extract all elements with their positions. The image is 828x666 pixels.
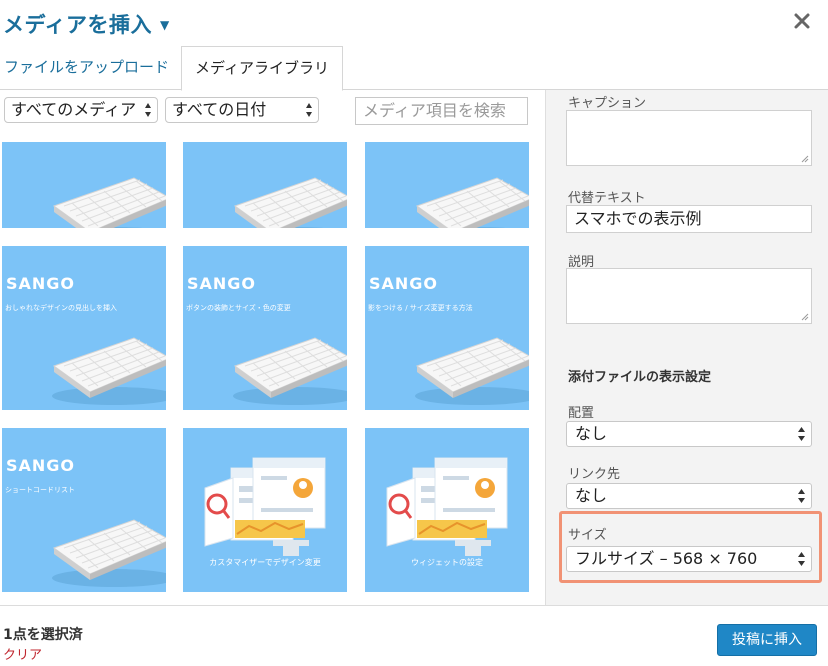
insert-into-post-button[interactable]: 投稿に挿入 xyxy=(717,624,817,656)
media-thumbnail[interactable]: SANGO ショートコードリスト xyxy=(2,428,166,592)
alignment-label: 配置 xyxy=(568,406,595,421)
modal-header: メディアを挿入 ▼ xyxy=(0,0,828,44)
alignment-select-value: なし xyxy=(575,424,608,443)
media-thumbnail[interactable]: カスタマイザーでデザイン変更 xyxy=(183,428,347,592)
thumbnail-caption: カスタマイザーでデザイン変更 xyxy=(209,558,321,567)
clear-selection-link[interactable]: クリア xyxy=(3,644,42,663)
close-icon[interactable] xyxy=(792,11,812,31)
size-select-value: フルサイズ – 568 × 760 xyxy=(575,549,758,568)
media-grid: SANGO おしゃれなデザインの見出しを挿入 SANGO ボタンの装飾とサイズ・… xyxy=(0,142,545,605)
thumbnail-subtitle: ボタンの装飾とサイズ・色の変更 xyxy=(186,304,291,312)
description-textarea[interactable] xyxy=(566,268,812,324)
link-to-select[interactable]: なし xyxy=(566,483,812,509)
media-thumbnail[interactable] xyxy=(365,142,529,228)
thumbnail-caption: ウィジェットの設定 xyxy=(411,558,483,567)
keyboard-image xyxy=(51,337,166,406)
modal-title-text[interactable]: メディアを挿入 xyxy=(3,13,152,37)
keyboard-image xyxy=(232,337,347,406)
link-to-label: リンク先 xyxy=(568,467,621,482)
media-type-filter[interactable]: すべてのメディア xyxy=(4,97,158,123)
date-filter-value: すべての日付 xyxy=(172,100,267,119)
alt-text-label: 代替テキスト xyxy=(568,191,646,206)
keyboard-image xyxy=(414,337,529,406)
keyboard-image xyxy=(51,177,166,228)
media-thumbnail[interactable]: SANGO 影をつける / サイズ変更する方法 xyxy=(365,246,529,410)
media-type-filter-value: すべてのメディア xyxy=(11,100,137,119)
keyboard-image xyxy=(232,177,347,228)
alt-text-input[interactable]: スマホでの表示例 xyxy=(566,205,812,233)
resize-handle-icon[interactable] xyxy=(801,155,809,163)
tab-bar: ファイルをアップロード メディアライブラリ xyxy=(0,44,828,91)
thumbnail-brand: SANGO xyxy=(187,274,257,293)
display-settings-heading: 添付ファイルの表示設定 xyxy=(568,370,712,385)
thumbnail-subtitle: 影をつける / サイズ変更する方法 xyxy=(368,304,473,312)
media-thumbnail[interactable] xyxy=(2,142,166,228)
thumbnail-brand: SANGO xyxy=(369,274,439,293)
select-arrows-icon xyxy=(798,552,805,566)
select-arrows-icon xyxy=(145,103,151,117)
title-dropdown-caret-icon[interactable]: ▼ xyxy=(160,18,170,32)
select-arrows-icon xyxy=(798,489,805,503)
size-select[interactable]: フルサイズ – 568 × 760 xyxy=(566,546,812,572)
thumbnail-brand: SANGO xyxy=(6,274,76,293)
tab-upload-files[interactable]: ファイルをアップロード xyxy=(4,46,169,90)
caption-textarea[interactable] xyxy=(566,110,812,166)
size-label: サイズ xyxy=(568,528,607,543)
media-thumbnail[interactable]: SANGO おしゃれなデザインの見出しを挿入 xyxy=(2,246,166,410)
modal-footer: 1点を選択済 クリア 投稿に挿入 xyxy=(0,605,828,666)
tab-media-library[interactable]: メディアライブラリ xyxy=(181,46,343,91)
keyboard-image xyxy=(51,519,166,588)
link-to-select-value: なし xyxy=(575,486,608,505)
caption-label: キャプション xyxy=(568,96,647,111)
keyboard-image xyxy=(414,177,529,228)
attachment-details-sidebar: キャプション 代替テキスト スマホでの表示例 説明 添付ファイルの表示設定 配置… xyxy=(545,90,828,605)
thumbnail-subtitle: ショートコードリスト xyxy=(5,486,75,494)
thumbnail-subtitle: おしゃれなデザインの見出しを挿入 xyxy=(5,304,117,312)
media-search-input[interactable]: メディア項目を検索 xyxy=(355,97,528,125)
alignment-select[interactable]: なし xyxy=(566,421,812,447)
media-thumbnail[interactable]: ウィジェットの設定 xyxy=(365,428,529,592)
date-filter[interactable]: すべての日付 xyxy=(165,97,319,123)
modal-title[interactable]: メディアを挿入 ▼ xyxy=(3,9,170,39)
resize-handle-icon[interactable] xyxy=(801,313,809,321)
media-filters: すべてのメディア すべての日付 メディア項目を検索 xyxy=(0,97,545,129)
select-arrows-icon xyxy=(306,103,312,117)
selection-count: 1点を選択済 xyxy=(3,627,83,643)
select-arrows-icon xyxy=(798,427,805,441)
media-thumbnail[interactable]: SANGO ボタンの装飾とサイズ・色の変更 xyxy=(183,246,347,410)
thumbnail-brand: SANGO xyxy=(6,456,76,475)
media-thumbnail[interactable] xyxy=(183,142,347,228)
